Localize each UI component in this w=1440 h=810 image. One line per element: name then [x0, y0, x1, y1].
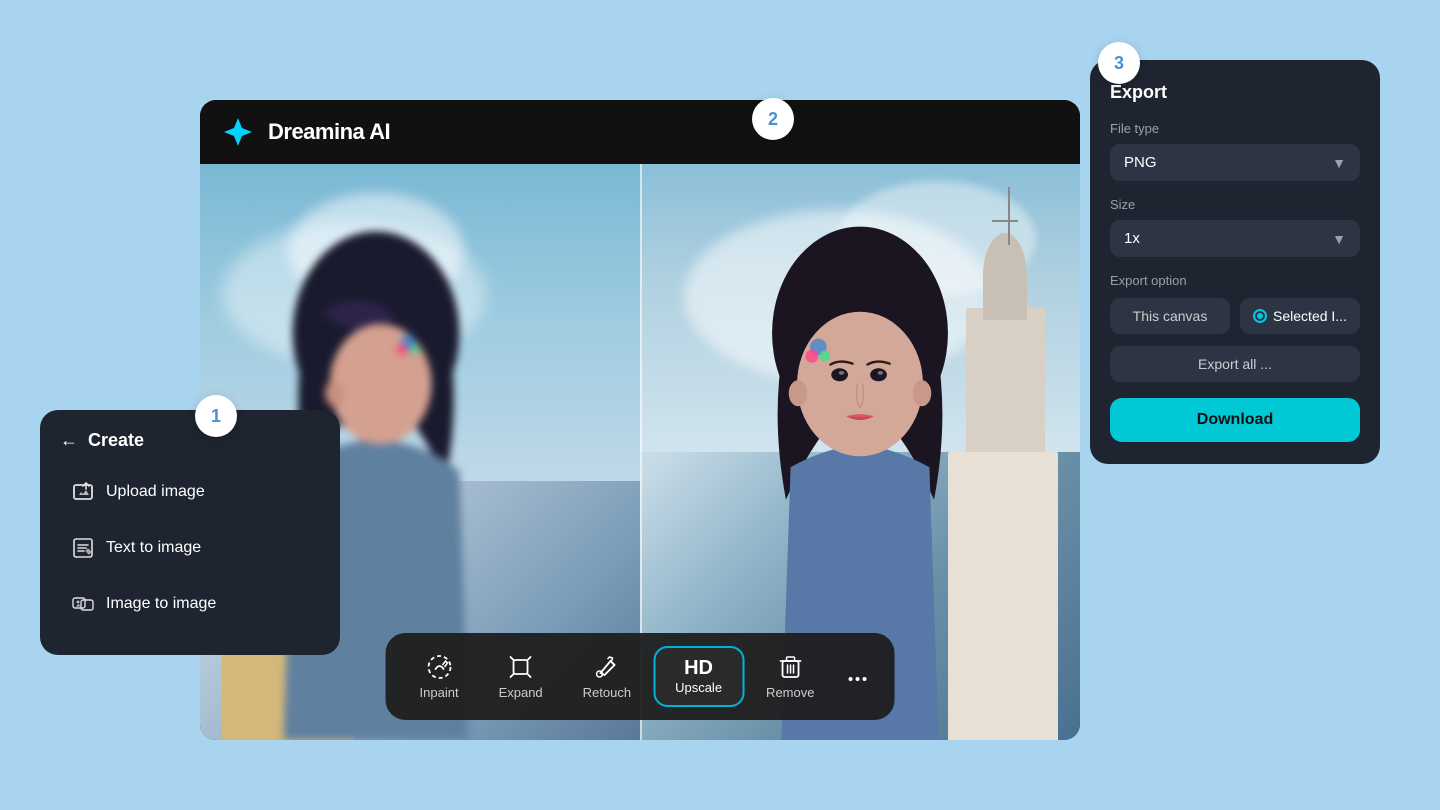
hd-upscale-tool[interactable]: HD Upscale: [653, 646, 744, 707]
app-header: Dreamina AI: [200, 100, 1080, 164]
expand-label: Expand: [499, 685, 543, 700]
file-type-label: File type: [1110, 121, 1360, 136]
inpaint-label: Inpaint: [420, 685, 459, 700]
remove-label: Remove: [766, 685, 814, 700]
upscale-label: Upscale: [675, 680, 722, 695]
image-to-image-icon: [72, 593, 94, 615]
app-title: Dreamina AI: [268, 119, 390, 145]
expand-icon: [507, 653, 535, 681]
size-value: 1x: [1124, 230, 1140, 247]
export-all-button[interactable]: Export all ...: [1110, 346, 1360, 382]
text-to-image-label: Text to image: [106, 539, 201, 557]
remove-tool[interactable]: Remove: [748, 645, 832, 708]
file-type-select-row: PNG ▼: [1110, 144, 1360, 181]
upload-image-item[interactable]: Upload image: [56, 467, 324, 517]
inpaint-icon: [425, 653, 453, 681]
step-2-bubble: 2: [752, 98, 794, 140]
image-to-image-label: Image to image: [106, 595, 216, 613]
retouch-tool[interactable]: Retouch: [565, 645, 649, 708]
download-button[interactable]: Download: [1110, 398, 1360, 442]
hd-label: HD: [684, 658, 713, 678]
upload-image-icon: [72, 481, 94, 503]
this-canvas-button[interactable]: This canvas: [1110, 298, 1230, 334]
export-title: Export: [1110, 82, 1360, 103]
more-icon: [848, 677, 866, 681]
size-arrow-icon: ▼: [1332, 231, 1346, 247]
radio-selected-icon: [1253, 309, 1267, 323]
image-to-image-item[interactable]: Image to image: [56, 579, 324, 629]
file-type-value: PNG: [1124, 154, 1157, 171]
retouch-icon: [593, 653, 621, 681]
expand-tool[interactable]: Expand: [481, 645, 561, 708]
size-select[interactable]: 1x ▼: [1110, 220, 1360, 257]
export-option-label: Export option: [1110, 273, 1360, 288]
size-select-row: 1x ▼: [1110, 220, 1360, 257]
toolbar: Inpaint Expand Retouch: [386, 633, 895, 720]
export-panel: Export File type PNG ▼ Size 1x ▼ Export …: [1090, 60, 1380, 464]
create-title: Create: [88, 430, 144, 451]
create-panel-header: ← Create: [56, 430, 324, 451]
remove-icon: [776, 653, 804, 681]
app-logo-icon: [220, 114, 256, 150]
text-to-image-icon: [72, 537, 94, 559]
selected-image-label: Selected I...: [1273, 308, 1347, 324]
create-panel: ← Create Upload image Text to image Imag…: [40, 410, 340, 655]
inpaint-tool[interactable]: Inpaint: [402, 645, 477, 708]
text-to-image-item[interactable]: Text to image: [56, 523, 324, 573]
upload-image-label: Upload image: [106, 483, 205, 501]
file-type-arrow-icon: ▼: [1332, 155, 1346, 171]
more-tool[interactable]: [836, 661, 878, 693]
selected-image-button[interactable]: Selected I...: [1240, 298, 1360, 334]
file-type-select[interactable]: PNG ▼: [1110, 144, 1360, 181]
step-3-bubble: 3: [1098, 42, 1140, 84]
export-option-buttons: This canvas Selected I...: [1110, 298, 1360, 334]
back-icon[interactable]: ←: [60, 430, 78, 451]
retouch-label: Retouch: [583, 685, 631, 700]
size-label: Size: [1110, 197, 1360, 212]
step-1-bubble: 1: [195, 395, 237, 437]
